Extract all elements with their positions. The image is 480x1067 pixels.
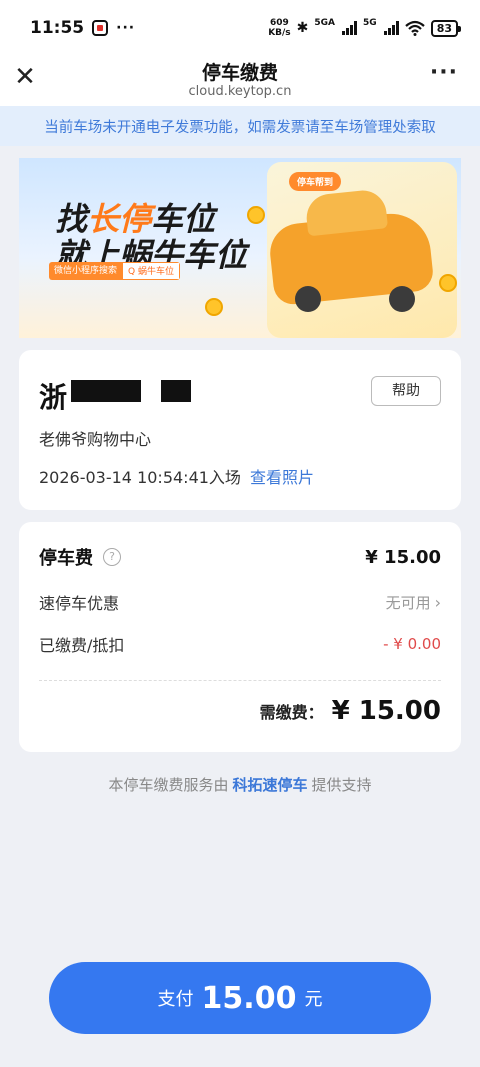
parking-fee-value: ¥ 15.00 — [365, 546, 441, 568]
fee-card: 停车费 ? ¥ 15.00 速停车优惠 无可用 › 已缴费/抵扣 - ¥ 0.0… — [19, 522, 461, 752]
signal-icon — [342, 21, 358, 35]
parking-fee-label: 停车费 — [39, 548, 93, 569]
car-wheel — [389, 286, 415, 312]
bluetooth-icon: ✱ — [296, 20, 309, 36]
amount-due-label: 需缴费： — [259, 703, 324, 722]
license-plate: 浙 — [39, 381, 68, 414]
entry-time: 2026-03-14 10:54:41入场 — [39, 468, 241, 487]
network-type-1: 5GA — [314, 18, 336, 28]
parking-fee-row: 停车费 ? ¥ 15.00 — [39, 544, 441, 570]
paid-value: - ¥ 0.00 — [383, 635, 441, 653]
car-wheel — [295, 286, 321, 312]
coin-icon — [439, 274, 457, 292]
network-speed: 609 KB/s — [268, 18, 291, 38]
ad-banner[interactable]: 找长停车位 就上蜗牛车位 微信小程序搜索 Q 蜗牛车位 停车帮到 — [19, 158, 461, 338]
paid-label: 已缴费/抵扣 — [39, 636, 125, 655]
provider-brand: 科拓速停车 — [232, 776, 308, 794]
coin-icon — [205, 298, 223, 316]
service-provider-note: 本停车缴费服务由 科拓速停车 提供支持 — [108, 776, 372, 794]
plate-redaction — [71, 380, 141, 402]
pay-button-amount: 15.00 — [201, 980, 297, 1016]
coin-icon — [247, 206, 265, 224]
network-type-2: 5G — [363, 18, 377, 28]
question-circle-icon[interactable]: ? — [103, 548, 121, 566]
discount-row[interactable]: 速停车优惠 无可用 › — [39, 590, 441, 614]
pay-button-suffix: 元 — [304, 989, 323, 1010]
view-photo-link[interactable]: 查看照片 — [250, 464, 314, 488]
parking-lot-name: 老佛爷购物中心 — [39, 430, 152, 449]
signal-icon-2 — [383, 21, 399, 35]
paid-row: 已缴费/抵扣 - ¥ 0.00 — [39, 632, 441, 656]
invoice-notice: 当前车场未开通电子发票功能，如需发票请至车场管理处索取 — [0, 106, 480, 146]
banner-search-pill: 微信小程序搜索 Q 蜗牛车位 — [49, 262, 180, 280]
status-bar: 11:55 ··· 609 KB/s ✱ 5GA 5G 83 — [0, 0, 480, 56]
help-button[interactable]: 帮助 — [371, 376, 441, 406]
status-time: 11:55 — [30, 18, 85, 38]
nav-header: ✕ 停车缴费 cloud.keytop.cn ··· — [0, 56, 480, 106]
more-icon[interactable]: ··· — [430, 60, 458, 85]
pay-button-prefix: 支付 — [157, 989, 194, 1010]
battery-icon: 83 — [430, 19, 462, 37]
dashed-divider — [39, 680, 441, 681]
discount-label: 速停车优惠 — [39, 594, 120, 613]
amount-due-row: 需缴费： ¥ 15.00 — [39, 696, 441, 726]
banner-badge: 停车帮到 — [289, 172, 342, 191]
page-title: 停车缴费 — [201, 62, 278, 84]
plate-redaction — [161, 380, 191, 402]
discount-value: 无可用 › — [385, 592, 441, 612]
wifi-icon — [404, 20, 425, 36]
vehicle-card: 浙 帮助 老佛爷购物中心 2026-03-14 10:54:41入场 查看照片 — [19, 350, 461, 510]
app-notification-icon — [92, 20, 109, 36]
chevron-right-icon: › — [434, 592, 441, 612]
amount-due-value: ¥ 15.00 — [331, 696, 441, 726]
pay-button[interactable]: 支付 15.00 元 — [49, 962, 431, 1034]
more-notifications-icon: ··· — [116, 20, 136, 36]
page-domain: cloud.keytop.cn — [188, 84, 292, 99]
